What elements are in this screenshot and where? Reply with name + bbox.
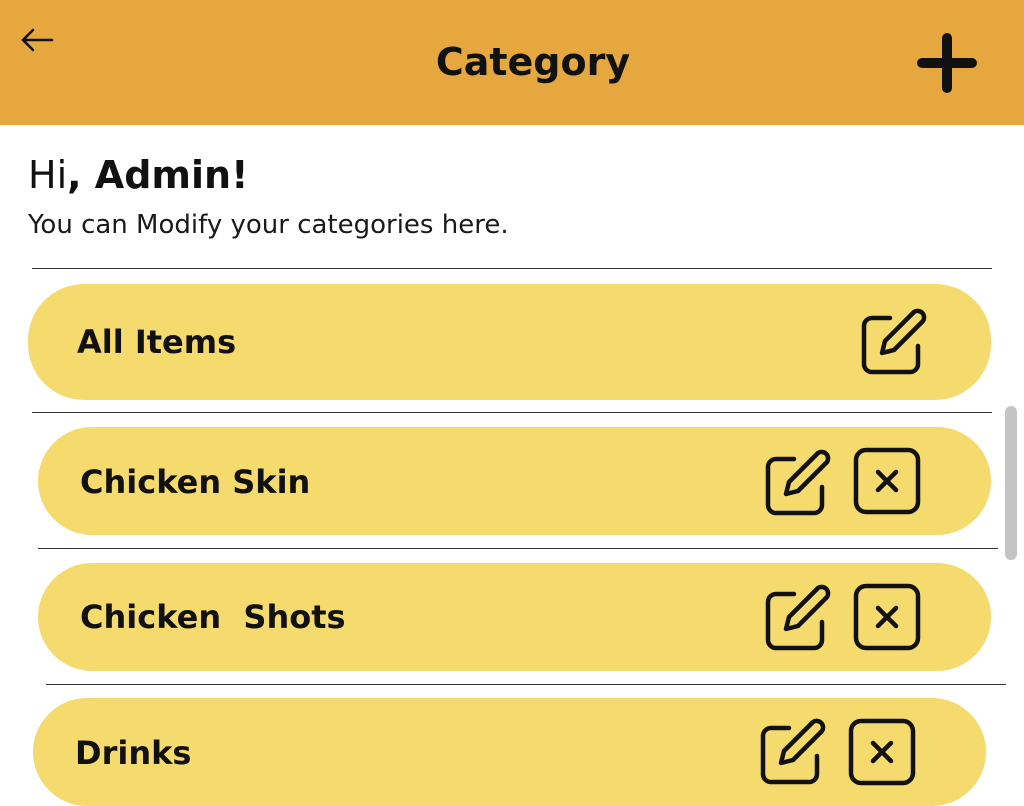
divider: [38, 548, 998, 549]
scrollbar-thumb[interactable]: [1005, 406, 1017, 560]
category-card-chicken-skin[interactable]: Chicken Skin: [38, 427, 991, 535]
add-category-button[interactable]: [914, 30, 980, 96]
edit-button[interactable]: [764, 584, 832, 652]
edit-icon: [861, 308, 927, 375]
category-label: Chicken Shots: [80, 598, 346, 636]
category-label: All Items: [77, 323, 237, 361]
page-title: Category: [435, 40, 631, 84]
greeting-subtitle: You can Modify your categories here.: [28, 210, 509, 240]
app-header: Category: [0, 0, 1024, 125]
edit-icon: [765, 449, 831, 516]
plus-icon: [917, 33, 977, 93]
delete-button[interactable]: [848, 718, 916, 786]
greeting-heading: Hi, Admin!: [28, 150, 248, 200]
category-label: Drinks: [75, 734, 192, 772]
delete-icon: [853, 447, 921, 515]
category-label: Chicken Skin: [80, 463, 311, 501]
divider: [32, 412, 992, 413]
delete-button[interactable]: [853, 583, 921, 651]
edit-icon: [765, 584, 831, 651]
divider: [46, 684, 1006, 685]
edit-button[interactable]: [759, 718, 827, 786]
delete-button[interactable]: [853, 447, 921, 515]
category-card-all-items[interactable]: All Items: [28, 284, 991, 400]
edit-button[interactable]: [764, 449, 832, 517]
divider: [32, 268, 992, 269]
edit-button[interactable]: [860, 308, 928, 376]
edit-icon: [760, 718, 826, 785]
category-card-drinks[interactable]: Drinks: [33, 698, 986, 806]
greeting-name: , Admin!: [67, 153, 249, 197]
category-card-chicken-shots[interactable]: Chicken Shots: [38, 563, 991, 671]
greeting-prefix: Hi: [28, 153, 68, 197]
delete-icon: [848, 718, 916, 786]
delete-icon: [853, 583, 921, 651]
